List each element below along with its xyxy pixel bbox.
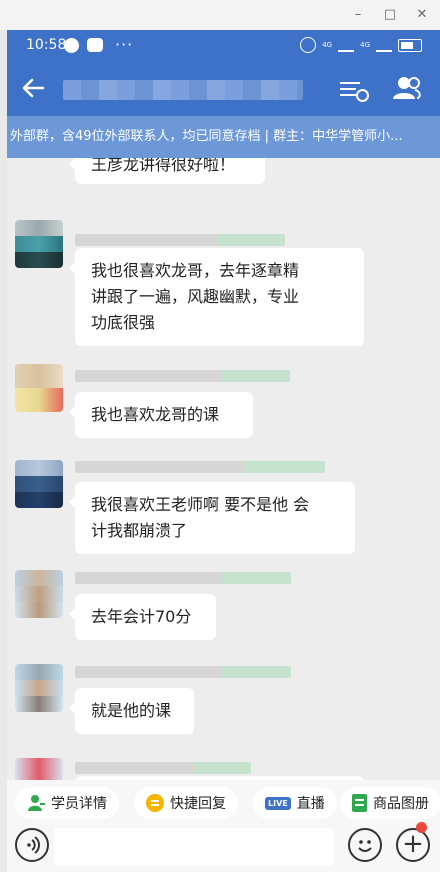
status-indicators: 4G 4G (300, 37, 422, 53)
quick-reply-icon (146, 794, 164, 812)
avatar[interactable] (15, 460, 63, 508)
network-label-2: 4G (360, 41, 370, 49)
emoji-button[interactable] (348, 828, 382, 862)
close-button[interactable]: ✕ (413, 6, 431, 24)
message-text: 我也很喜欢龙哥，去年逐章精 (91, 261, 300, 280)
status-bar: 10:58 ··· 4G 4G (7, 30, 440, 60)
signal-icon (338, 38, 355, 52)
back-button[interactable] (19, 74, 47, 102)
list-settings-icon[interactable] (340, 78, 369, 102)
message-text: 就是他的课 (91, 701, 172, 720)
network-label-1: 4G (322, 41, 333, 49)
input-bar: + (7, 822, 440, 872)
chat-area[interactable]: 王彦龙讲得很好啦！ 我也很喜欢龙哥，去年逐章精 讲跟了一遍，风趣幽默，专业 功底… (7, 158, 440, 780)
message-text: 我很喜欢王老师啊 要不是他 会 (91, 495, 310, 514)
sender-name-redacted (75, 572, 291, 584)
message-text: 功底很强 (91, 313, 156, 332)
message-bubble[interactable]: 我也很喜欢龙哥，去年逐章精 讲跟了一遍，风趣幽默，专业 功底很强 (69, 248, 364, 346)
catalog-icon (352, 794, 367, 812)
voice-button[interactable] (15, 828, 49, 862)
message-input[interactable] (54, 828, 334, 866)
sender-name-redacted (75, 666, 291, 678)
sender-name-redacted (75, 234, 285, 246)
live-button[interactable]: LIVE 直播 (253, 787, 337, 819)
student-icon (27, 794, 45, 812)
message-text: 去年会计70分 (91, 607, 192, 626)
message-text: 王彦龙讲得很好啦！ (91, 158, 236, 174)
avatar[interactable] (15, 364, 63, 412)
battery-icon (398, 38, 422, 52)
message-text: 讲跟了一遍，风趣幽默，专业 (91, 287, 300, 306)
minimize-button[interactable]: – (349, 6, 367, 24)
emoji-icon (358, 840, 372, 852)
message-bubble[interactable]: 我很喜欢王老师啊 要不是他 会 计我都崩溃了 (69, 482, 355, 554)
notification-badge (416, 822, 427, 833)
avatar[interactable] (15, 570, 63, 618)
sender-name-redacted (75, 762, 251, 774)
notification-dot-icon (64, 38, 79, 53)
more-actions-button[interactable]: + (396, 828, 430, 862)
app-header (7, 60, 440, 116)
student-details-label: 学员详情 (51, 796, 107, 812)
quick-reply-button[interactable]: 快捷回复 (134, 787, 238, 819)
message-text: 我也喜欢龙哥的课 (91, 405, 220, 424)
avatar[interactable] (15, 664, 63, 712)
voice-icon (27, 836, 40, 854)
sender-name-redacted (75, 370, 290, 382)
signal-icon (376, 38, 392, 52)
quick-reply-label: 快捷回复 (170, 796, 226, 812)
live-label: 直播 (296, 796, 325, 812)
arrow-left-icon (22, 78, 45, 98)
avatar[interactable] (15, 758, 63, 780)
group-info-banner[interactable]: 外部群，含49位外部联系人，均已同意存档 | 群主：中华学管师小... (7, 116, 440, 158)
status-time: 10:58 (26, 37, 67, 53)
plus-icon: + (402, 829, 424, 859)
group-members-icon[interactable] (391, 74, 423, 102)
group-title-redacted (63, 80, 303, 100)
quick-actions-toolbar: 学员详情 快捷回复 LIVE 直播 商品图册 (7, 780, 440, 826)
message-bubble[interactable]: 我也喜欢龙哥的课 (69, 392, 253, 438)
wechat-icon (87, 38, 103, 52)
message-bubble[interactable]: 王彦龙讲得很好啦！ (69, 158, 265, 184)
avatar[interactable] (15, 220, 63, 268)
message-bubble[interactable]: 就是他的课 (69, 688, 194, 734)
more-notifications-icon: ··· (115, 35, 134, 54)
background-window-edge (0, 30, 7, 872)
live-icon: LIVE (265, 796, 291, 810)
message-bubble[interactable]: 去年会计70分 (69, 594, 216, 640)
catalog-label: 商品图册 (373, 796, 429, 812)
maximize-button[interactable]: □ (381, 6, 399, 24)
message-text: 计我都崩溃了 (91, 521, 188, 540)
phone-screen: 10:58 ··· 4G 4G 外部群，含49位外部联系人，均已同意存档 | 群… (7, 30, 440, 872)
catalog-button[interactable]: 商品图册 (340, 787, 440, 819)
sender-name-redacted (75, 461, 325, 473)
alarm-icon (300, 37, 317, 53)
student-details-button[interactable]: 学员详情 (15, 787, 119, 819)
window-titlebar: – □ ✕ (0, 0, 440, 30)
